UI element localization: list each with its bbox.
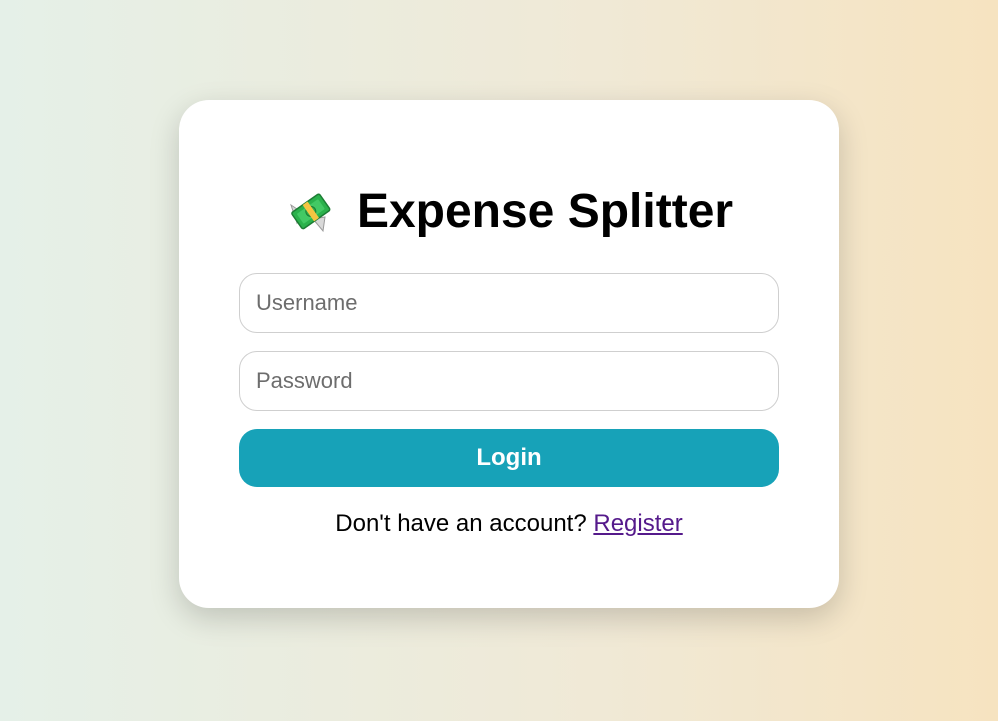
title-row: Expense Splitter xyxy=(179,186,839,238)
login-card: Expense Splitter Login Don't have an acc… xyxy=(179,100,839,608)
app-title: Expense Splitter xyxy=(356,185,734,238)
money-with-wings-icon xyxy=(285,187,335,237)
register-link[interactable]: Register xyxy=(593,510,682,537)
login-button[interactable]: Login xyxy=(239,429,779,487)
password-input[interactable] xyxy=(239,351,779,411)
register-prompt: Don't have an account? Register xyxy=(179,510,839,538)
username-input[interactable] xyxy=(239,273,779,333)
register-prompt-text: Don't have an account? xyxy=(335,510,594,537)
